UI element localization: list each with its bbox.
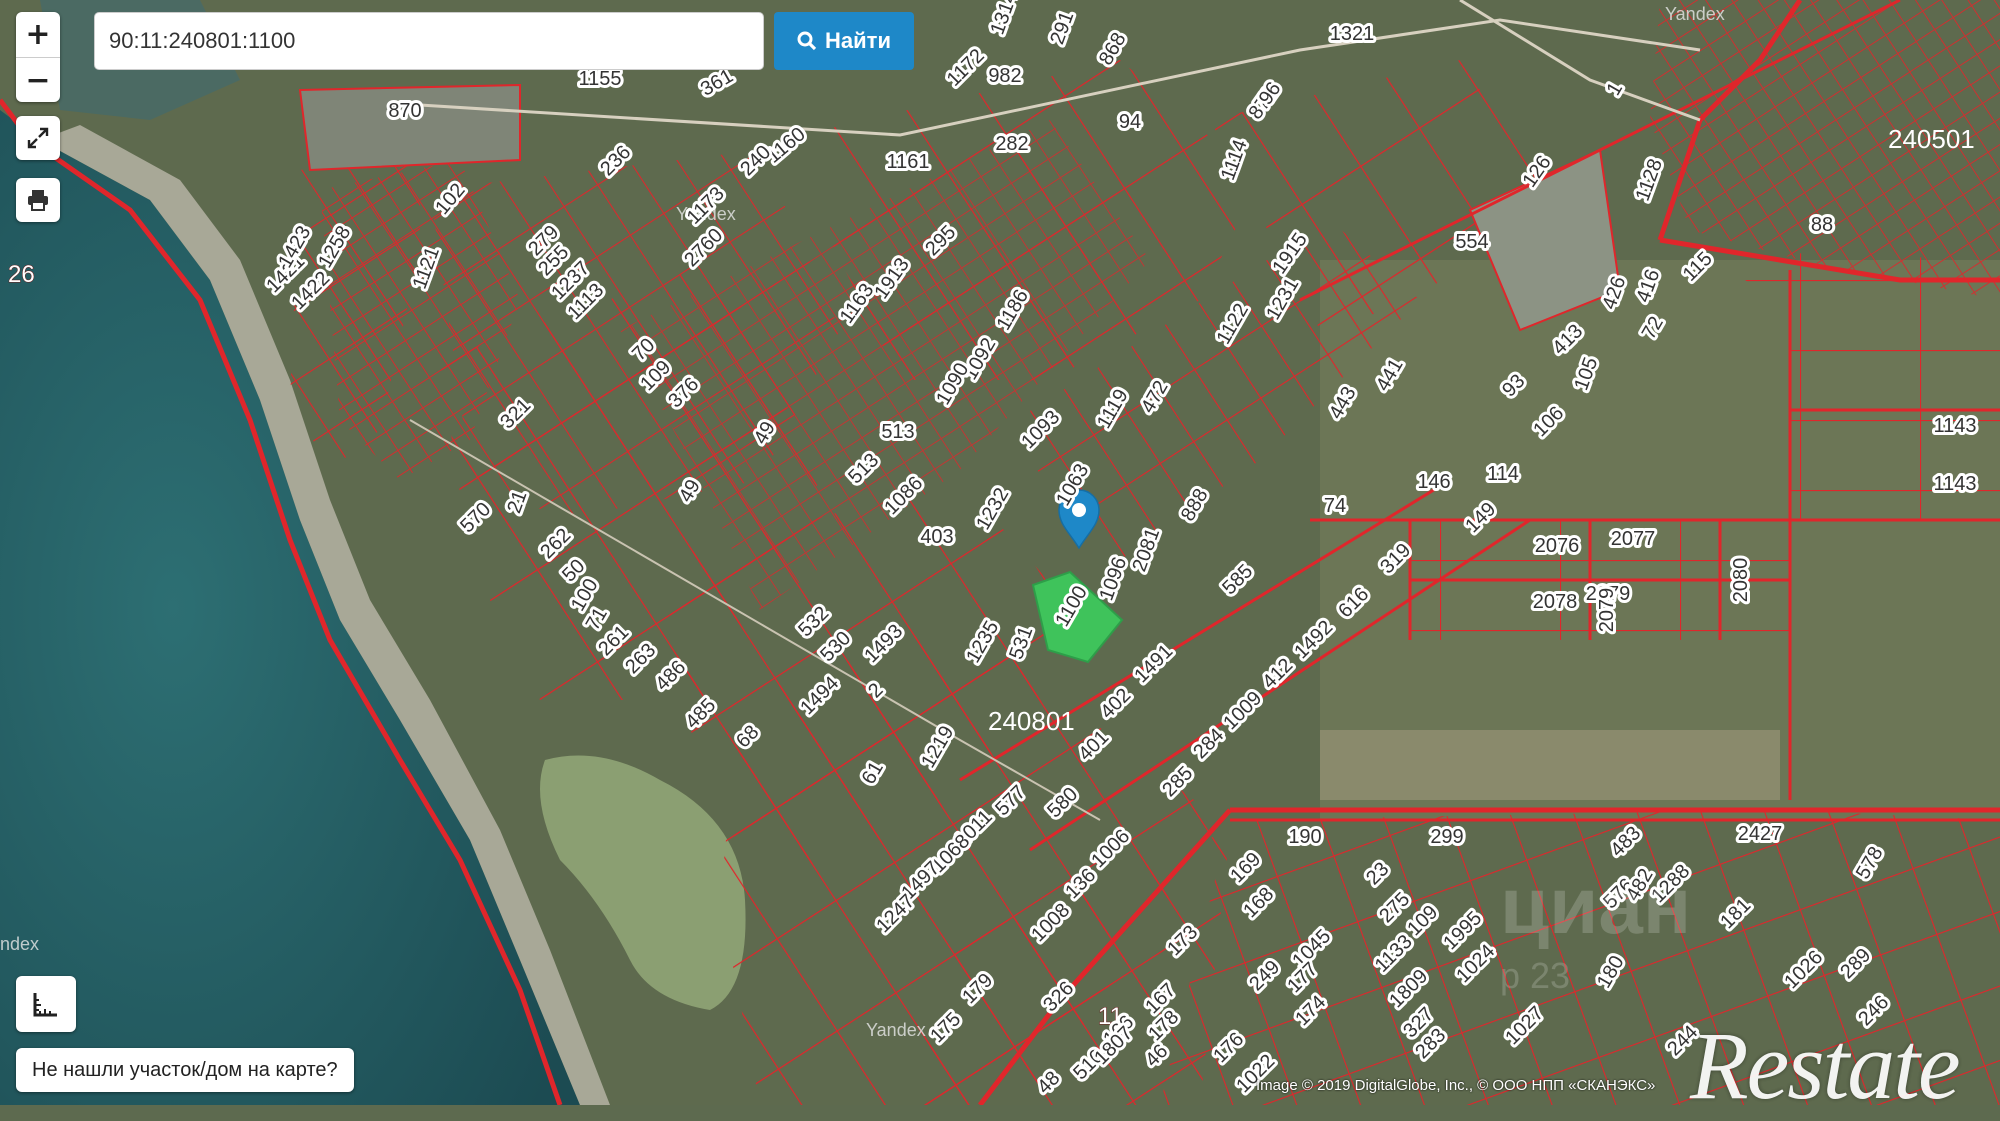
yandex-label: Yandex <box>1665 4 1725 24</box>
ruler-icon <box>33 993 57 1017</box>
parcel-number-label: 299 <box>1430 826 1463 848</box>
yandex-label: ndex <box>0 934 39 954</box>
parcel-number-label: 1155 <box>578 68 621 90</box>
search-button[interactable]: Найти <box>774 12 914 70</box>
cian-watermark: циан <box>1500 861 1692 950</box>
parcel-number-label: 114 <box>1487 463 1519 485</box>
parcel-number-label: 94 <box>1119 111 1141 133</box>
not-found-button[interactable]: Не нашли участок/дом на карте? <box>16 1048 354 1092</box>
parcel-number-label: 2078 <box>1533 591 1578 613</box>
village-block <box>298 83 521 172</box>
parcel-number-label: 2080 <box>1730 558 1752 603</box>
parcel-number-label: 982 <box>988 65 1021 87</box>
parcel-number-label: 1143 <box>1933 415 1976 437</box>
zoom-in-button[interactable]: + <box>16 12 60 58</box>
field-area <box>1320 730 1780 800</box>
parcel-number-label: 403 <box>920 526 953 548</box>
print-button[interactable] <box>16 178 60 222</box>
parcel-number-label: 1161 <box>886 151 929 173</box>
parcel-number-label: 2077 <box>1611 528 1656 550</box>
parcel-number-label: 554 <box>1455 231 1488 253</box>
parcel-number-label: 870 <box>388 100 421 122</box>
parcel-number-label: 146 <box>1417 471 1450 493</box>
cian-watermark-sub: р 23 <box>1500 955 1571 996</box>
fullscreen-icon <box>27 127 49 149</box>
yandex-label: Yandex <box>866 1020 926 1040</box>
restate-logo: Restate <box>1690 1012 1961 1119</box>
zoom-out-button[interactable]: − <box>16 58 60 102</box>
parcel-number-label: 2079 <box>1596 588 1618 633</box>
parcel-number-label: 513 <box>881 421 914 443</box>
map-canvas[interactable]: 1100 26 240801 240501 11 Yandex Yandex Y… <box>0 0 2000 1107</box>
parcel-number-label: 2427 <box>1738 823 1783 845</box>
printer-icon <box>28 190 48 211</box>
map-copyright: Image © 2019 DigitalGlobe, Inc., © ООО Н… <box>1256 1077 1656 1094</box>
parcel-number-label: 282 <box>995 133 1028 155</box>
quarter-label: 26 <box>8 261 35 288</box>
cadastral-search-input[interactable] <box>94 12 764 70</box>
zoom-control: + − <box>16 12 60 102</box>
quarter-label: 240501 <box>1888 124 1975 154</box>
search-button-label: Найти <box>825 28 891 53</box>
parcel-number-label: 1321 <box>1330 23 1375 45</box>
quarter-label: 240801 <box>988 706 1075 736</box>
parcel-number-label: 74 <box>1324 495 1346 517</box>
search-icon <box>797 31 817 51</box>
parcel-number-label: 2076 <box>1535 535 1580 557</box>
parcel-number-label: 88 <box>1811 214 1833 236</box>
satellite-map[interactable]: 1100 26 240801 240501 11 Yandex Yandex Y… <box>0 0 2000 1107</box>
parcel-number-label: 190 <box>1288 826 1321 848</box>
fullscreen-button[interactable] <box>16 116 60 160</box>
parcel-number-label: 1143 <box>1933 473 1976 495</box>
ruler-button[interactable] <box>16 976 76 1032</box>
